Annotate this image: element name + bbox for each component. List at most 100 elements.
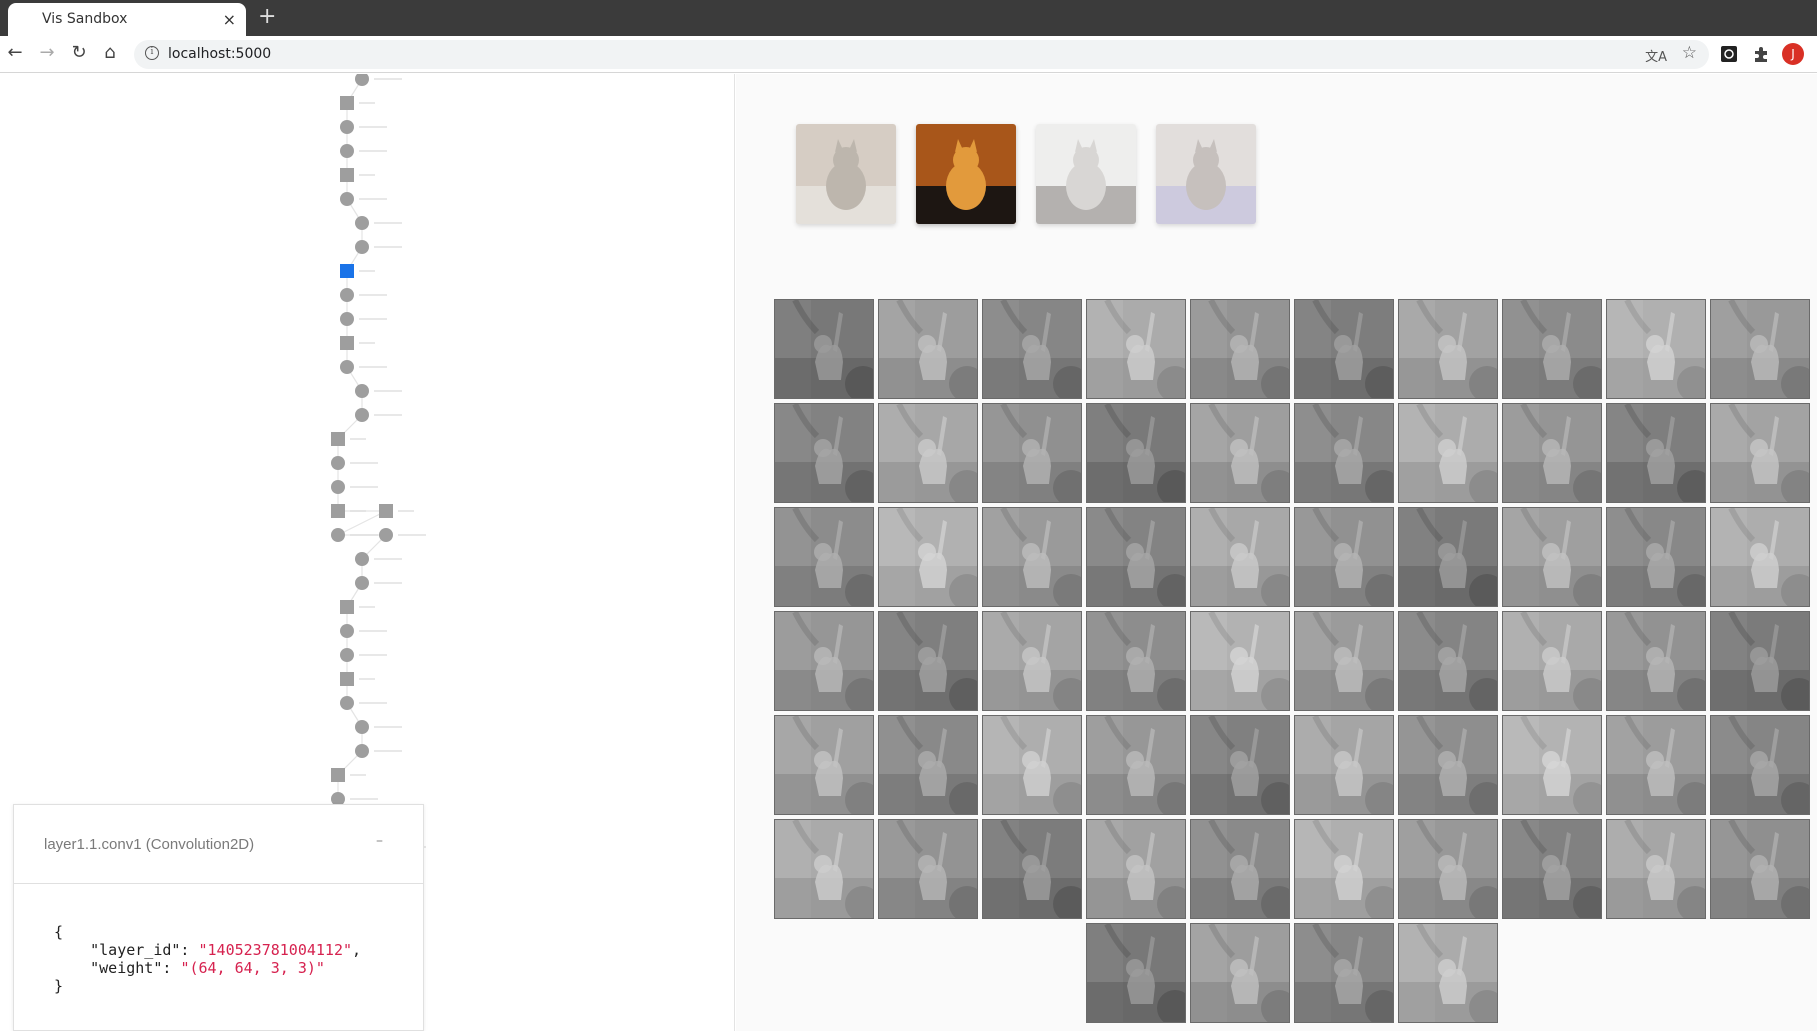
- feature-map[interactable]: [1398, 403, 1498, 503]
- feature-map[interactable]: [1294, 507, 1394, 607]
- feature-map[interactable]: [1294, 715, 1394, 815]
- feature-map[interactable]: [1190, 923, 1290, 1023]
- back-icon[interactable]: ←: [4, 42, 26, 66]
- graph-layer-node[interactable]: [331, 432, 345, 446]
- thumbnail-cat-in-cage[interactable]: [1156, 124, 1256, 224]
- feature-map[interactable]: [1086, 923, 1186, 1023]
- feature-map[interactable]: [1502, 403, 1602, 503]
- site-info-icon[interactable]: i: [145, 46, 159, 60]
- graph-op-node[interactable]: [340, 144, 354, 158]
- puzzle-extensions-icon[interactable]: [1751, 44, 1771, 64]
- feature-map[interactable]: [1398, 819, 1498, 919]
- feature-map[interactable]: [878, 611, 978, 711]
- feature-map[interactable]: [1502, 299, 1602, 399]
- feature-map[interactable]: [774, 611, 874, 711]
- graph-op-node[interactable]: [355, 744, 369, 758]
- tab-close-icon[interactable]: ×: [223, 10, 236, 29]
- feature-map[interactable]: [1086, 715, 1186, 815]
- graph-layer-node[interactable]: [340, 600, 354, 614]
- feature-map[interactable]: [1086, 507, 1186, 607]
- feature-map[interactable]: [982, 403, 1082, 503]
- graph-op-node[interactable]: [355, 576, 369, 590]
- graph-layer-node[interactable]: [379, 504, 393, 518]
- feature-map[interactable]: [1190, 819, 1290, 919]
- feature-map[interactable]: [1502, 611, 1602, 711]
- feature-map[interactable]: [1294, 403, 1394, 503]
- feature-map[interactable]: [1710, 403, 1810, 503]
- feature-map[interactable]: [1190, 507, 1290, 607]
- feature-map[interactable]: [1086, 819, 1186, 919]
- graph-layer-node[interactable]: [340, 336, 354, 350]
- feature-map[interactable]: [1502, 507, 1602, 607]
- graph-layer-node[interactable]: [331, 768, 345, 782]
- address-bar[interactable]: i localhost:5000 文A ☆: [134, 40, 1709, 69]
- feature-map[interactable]: [878, 819, 978, 919]
- feature-map[interactable]: [1190, 715, 1290, 815]
- graph-op-node[interactable]: [340, 360, 354, 374]
- graph-op-node[interactable]: [355, 552, 369, 566]
- minimize-button[interactable]: –: [376, 833, 383, 849]
- graph-op-node[interactable]: [331, 456, 345, 470]
- feature-map[interactable]: [878, 507, 978, 607]
- graph-layer-node[interactable]: [331, 504, 345, 518]
- feature-map[interactable]: [1190, 611, 1290, 711]
- feature-map[interactable]: [1606, 819, 1706, 919]
- feature-map[interactable]: [1398, 611, 1498, 711]
- feature-map[interactable]: [1606, 715, 1706, 815]
- feature-map[interactable]: [878, 715, 978, 815]
- feature-map[interactable]: [774, 507, 874, 607]
- feature-map[interactable]: [1710, 819, 1810, 919]
- feature-map[interactable]: [774, 403, 874, 503]
- home-icon[interactable]: ⌂: [99, 42, 121, 66]
- graph-op-node[interactable]: [355, 240, 369, 254]
- graph-op-node[interactable]: [340, 192, 354, 206]
- feature-map[interactable]: [774, 819, 874, 919]
- browser-tab[interactable]: Vis Sandbox ×: [8, 3, 246, 36]
- graph-node-selected[interactable]: [340, 264, 354, 278]
- feature-map[interactable]: [1606, 403, 1706, 503]
- feature-map[interactable]: [1398, 299, 1498, 399]
- thumbnail-white-kitten[interactable]: [1036, 124, 1136, 224]
- forward-icon[interactable]: →: [36, 42, 58, 66]
- feature-map[interactable]: [774, 299, 874, 399]
- new-tab-button[interactable]: +: [258, 4, 276, 29]
- feature-map[interactable]: [982, 819, 1082, 919]
- feature-map[interactable]: [1086, 403, 1186, 503]
- feature-map[interactable]: [1710, 507, 1810, 607]
- feature-map[interactable]: [1710, 611, 1810, 711]
- feature-map[interactable]: [1294, 819, 1394, 919]
- feature-map[interactable]: [1398, 923, 1498, 1023]
- feature-map[interactable]: [1398, 715, 1498, 815]
- feature-map[interactable]: [1190, 403, 1290, 503]
- profile-avatar[interactable]: J: [1782, 43, 1804, 65]
- thumbnail-tabby-cat[interactable]: [796, 124, 896, 224]
- feature-map[interactable]: [982, 299, 1082, 399]
- graph-op-node[interactable]: [340, 624, 354, 638]
- feature-map[interactable]: [878, 299, 978, 399]
- feature-map[interactable]: [774, 715, 874, 815]
- graph-op-node[interactable]: [340, 288, 354, 302]
- feature-map[interactable]: [1710, 299, 1810, 399]
- graph-layer-node[interactable]: [340, 672, 354, 686]
- feature-map[interactable]: [1190, 299, 1290, 399]
- graph-op-node[interactable]: [355, 74, 369, 86]
- extension-icon[interactable]: [1719, 44, 1739, 64]
- feature-map[interactable]: [878, 403, 978, 503]
- feature-map[interactable]: [1294, 923, 1394, 1023]
- graph-op-node[interactable]: [355, 384, 369, 398]
- feature-map[interactable]: [982, 611, 1082, 711]
- thumbnail-orange-kitten[interactable]: [916, 124, 1016, 224]
- graph-op-node[interactable]: [355, 720, 369, 734]
- feature-map[interactable]: [1398, 507, 1498, 607]
- feature-map[interactable]: [1086, 611, 1186, 711]
- feature-map[interactable]: [982, 715, 1082, 815]
- bookmark-star-icon[interactable]: ☆: [1682, 43, 1697, 63]
- graph-op-node[interactable]: [355, 408, 369, 422]
- feature-map[interactable]: [1294, 299, 1394, 399]
- translate-icon[interactable]: 文A: [1645, 46, 1667, 65]
- feature-map[interactable]: [1294, 611, 1394, 711]
- graph-op-node[interactable]: [340, 696, 354, 710]
- graph-op-node[interactable]: [340, 120, 354, 134]
- graph-layer-node[interactable]: [340, 96, 354, 110]
- feature-map[interactable]: [1086, 299, 1186, 399]
